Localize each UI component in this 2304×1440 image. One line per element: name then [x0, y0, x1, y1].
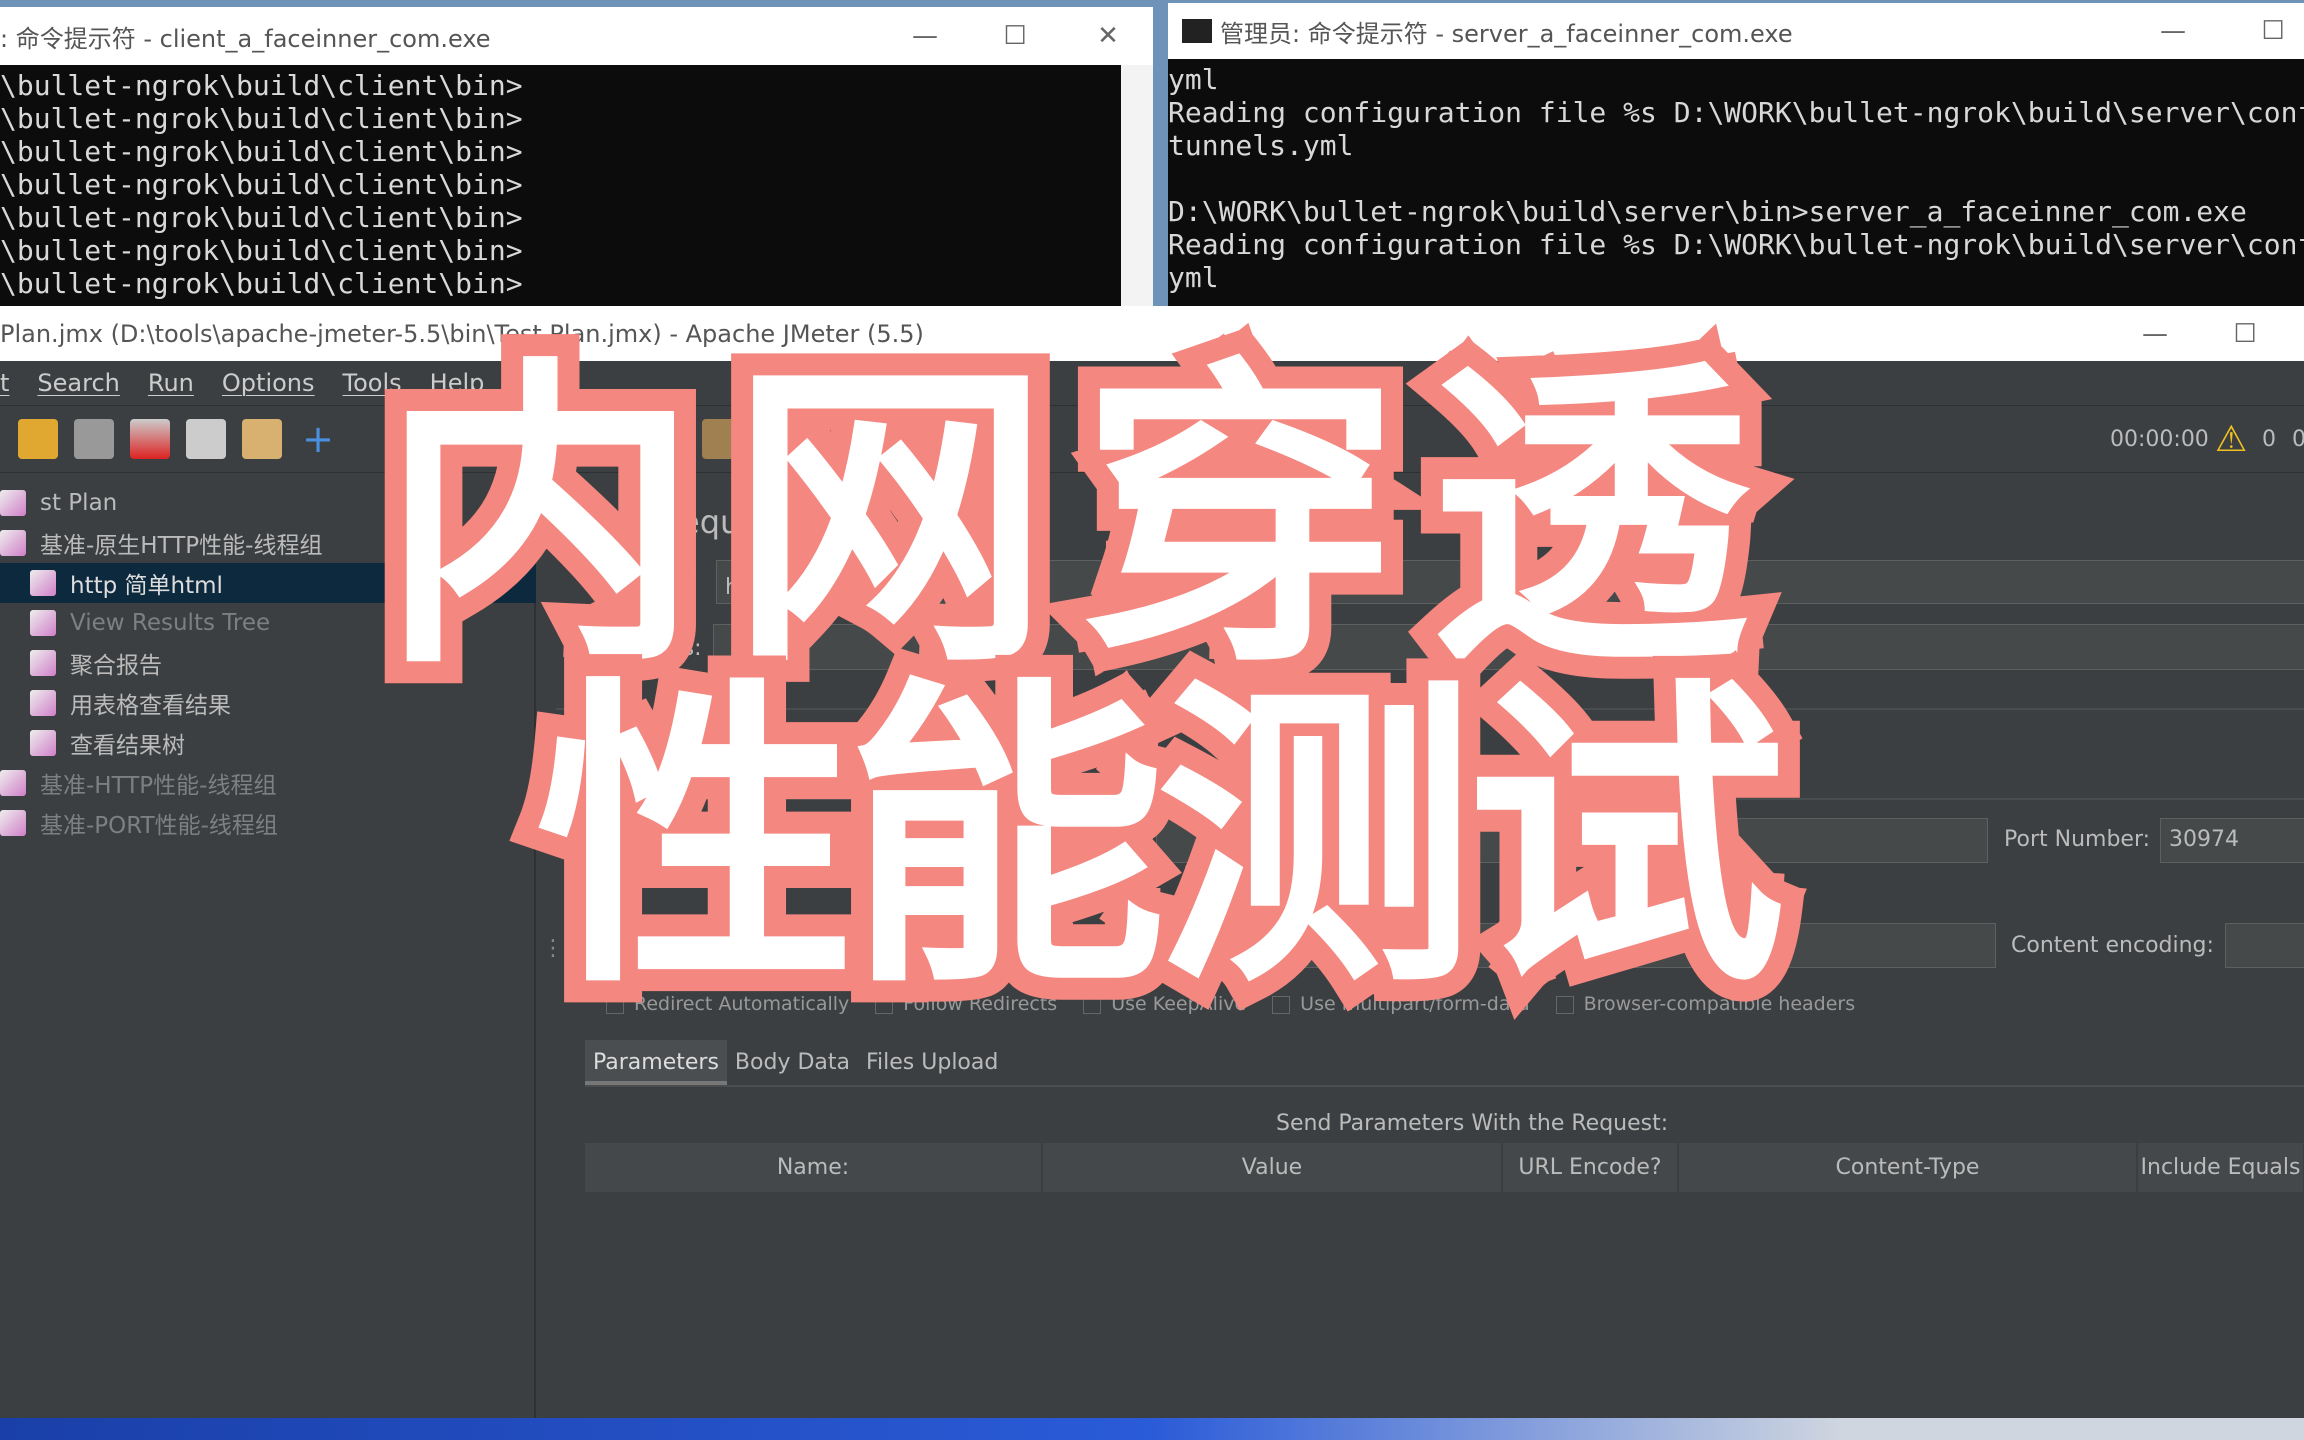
warning-count: 0 [2262, 426, 2276, 452]
tree-item-label: st Plan [40, 490, 118, 516]
column-header[interactable]: Include Equals [2138, 1143, 2304, 1192]
listener-icon [30, 690, 56, 716]
tab-files-upload[interactable]: Files Upload [858, 1040, 1006, 1085]
taskbar [0, 1418, 2304, 1440]
maximize-button[interactable]: ☐ [2200, 306, 2290, 361]
tab-parameters[interactable]: Parameters [585, 1040, 727, 1085]
menu-run[interactable]: Run [148, 369, 194, 397]
minimize-button[interactable]: — [880, 7, 970, 65]
server-title: 管理员: 命令提示符 - server_a_faceinner_com.exe [1220, 19, 1793, 48]
listener-icon [30, 730, 56, 756]
tree-item-label: 基准-HTTP性能-线程组 [40, 773, 277, 799]
warning-icon[interactable]: ⚠ [2215, 419, 2247, 460]
port-field[interactable]: 30974 [2160, 818, 2304, 863]
minimize-button[interactable]: — [2128, 3, 2218, 59]
thread-group-icon [0, 770, 26, 796]
client-title: : 命令提示符 - client_a_faceinner_com.exe [0, 24, 491, 53]
close-button[interactable]: ✕ [1063, 7, 1153, 65]
port-value: 30974 [2169, 827, 2239, 852]
save-icon[interactable] [74, 419, 114, 459]
menu-search[interactable]: Search [37, 369, 119, 397]
tree-item[interactable]: 基准-HTTP性能-线程组 [0, 763, 536, 803]
copy-icon[interactable] [186, 419, 226, 459]
listener-icon [30, 650, 56, 676]
overlay-title-line2: 性能测试 [514, 654, 1808, 1026]
encoding-label: Content encoding: [2011, 933, 2214, 958]
menu-options[interactable]: Options [222, 369, 315, 397]
thread-group-icon [0, 490, 26, 516]
server-terminal[interactable]: yml Reading configuration file %s D:\WORK… [1168, 59, 2304, 307]
tree-item[interactable]: 基准-PORT性能-线程组 [0, 803, 536, 843]
tab-body-data[interactable]: Body Data [727, 1040, 858, 1085]
terminal-line: \bullet-ngrok\build\client\bin> [0, 201, 523, 234]
listener-icon [30, 610, 56, 636]
terminal-line: yml [1168, 63, 1219, 96]
paste-icon[interactable] [242, 419, 282, 459]
terminal-line: \bullet-ngrok\build\client\bin> [0, 234, 523, 267]
client-terminal[interactable]: \bullet-ngrok\build\client\bin> \bullet-n… [0, 65, 1121, 307]
column-header[interactable]: Value [1043, 1143, 1503, 1192]
thread-group-icon [0, 530, 26, 556]
client-cmd-window: : 命令提示符 - client_a_faceinner_com.exe — ☐… [0, 7, 1153, 307]
elapsed-timer: 00:00:00 [2110, 426, 2209, 452]
tree-item-label: 基准-原生HTTP性能-线程组 [40, 533, 323, 559]
column-header[interactable]: Content-Type [1679, 1143, 2138, 1192]
terminal-line: tunnels.yml [1168, 129, 1354, 162]
params-caption: Send Parameters With the Request: [1276, 1111, 1669, 1136]
encoding-field[interactable] [2225, 923, 2304, 968]
tree-item-label: View Results Tree [70, 610, 271, 636]
open-icon[interactable] [18, 419, 58, 459]
maximize-button[interactable]: ☐ [2228, 3, 2304, 59]
terminal-line: Reading configuration file %s D:\WORK\bu… [1168, 228, 2304, 261]
tree-item-label: http 简单html [70, 573, 223, 599]
menu-t[interactable]: t [0, 369, 9, 397]
thread-count: 0 [2292, 426, 2304, 452]
server-title-bar: 管理员: 命令提示符 - server_a_faceinner_com.exe … [1168, 3, 2304, 59]
column-header[interactable]: Name: [585, 1143, 1043, 1192]
terminal-line: D:\WORK\bullet-ngrok\build\server\bin>se… [1168, 195, 2247, 228]
terminal-line: \bullet-ngrok\build\client\bin> [0, 102, 523, 135]
add-icon[interactable]: + [298, 419, 338, 459]
port-label: Port Number: [2004, 827, 2151, 852]
maximize-button[interactable]: ☐ [970, 7, 1060, 65]
terminal-line: Reading configuration file %s D:\WORK\bu… [1168, 96, 2304, 129]
tree-item-label: 查看结果树 [70, 733, 185, 759]
terminal-line: yml [1168, 261, 1219, 294]
overlay-title-line1: 内网穿透 [358, 334, 1780, 706]
terminal-line: \bullet-ngrok\build\client\bin> [0, 69, 523, 102]
terminal-line: \bullet-ngrok\build\client\bin> [0, 168, 523, 201]
cmd-icon [1182, 19, 1212, 43]
thread-group-icon [0, 810, 26, 836]
column-header[interactable]: URL Encode? [1503, 1143, 1679, 1192]
tree-item-label: 聚合报告 [70, 653, 162, 679]
listener-icon [30, 570, 56, 596]
client-title-bar: : 命令提示符 - client_a_faceinner_com.exe — ☐… [0, 7, 1153, 65]
cut-icon[interactable] [130, 419, 170, 459]
tree-item[interactable]: 查看结果树 [0, 723, 536, 763]
terminal-line: \bullet-ngrok\build\client\bin> [0, 135, 523, 168]
terminal-line: \bullet-ngrok\build\client\bin> [0, 267, 523, 300]
server-cmd-window: 管理员: 命令提示符 - server_a_faceinner_com.exe … [1168, 3, 2304, 307]
params-table-header: Name: Value URL Encode? Content-Type Include… [585, 1143, 2304, 1192]
tree-item-label: 基准-PORT性能-线程组 [40, 813, 278, 839]
minimize-button[interactable]: — [2110, 306, 2200, 361]
request-tabs: Parameters Body Data Files Upload [585, 1040, 2304, 1087]
tree-item-label: 用表格查看结果 [70, 693, 231, 719]
